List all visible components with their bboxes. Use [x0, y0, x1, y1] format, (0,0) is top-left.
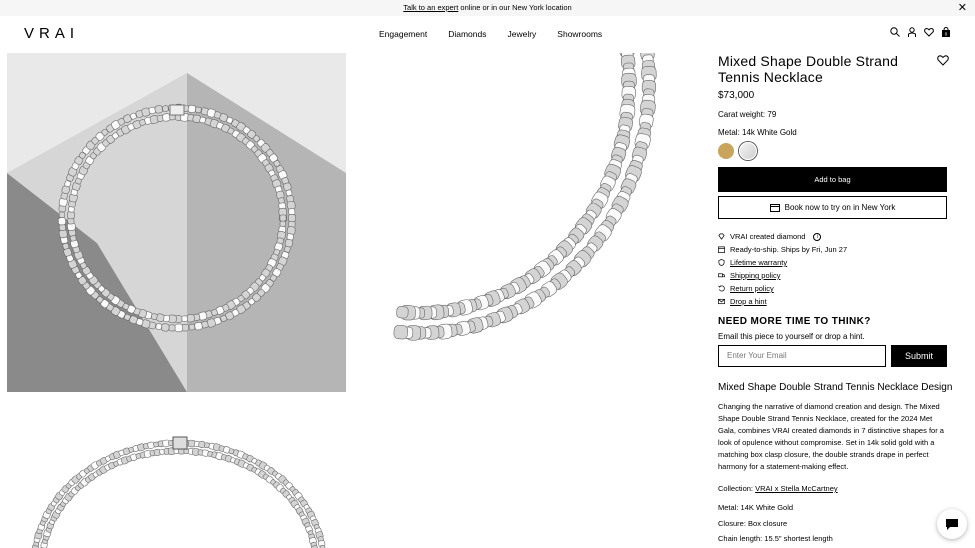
close-icon[interactable]: ✕ [958, 0, 967, 16]
wishlist-heart-icon[interactable] [937, 54, 949, 66]
chain-value: 15.5" shortest length [764, 534, 833, 543]
closure-label: Closure: [718, 519, 746, 528]
nav-jewelry[interactable]: Jewelry [507, 29, 536, 39]
feature-ship: Ready-to-ship. Ships by Fri, Jun 27 [718, 243, 947, 256]
carat-weight: Carat weight: 79 [718, 110, 776, 119]
product-title: Mixed Shape Double Strand Tennis Necklac… [718, 53, 899, 85]
header-icons: 0 [890, 27, 951, 37]
spec-collection: Collection: VRAI x Stella McCartney [718, 484, 838, 493]
collection-label: Collection: [718, 484, 754, 493]
closure-value: Box closure [748, 519, 788, 528]
heart-icon[interactable] [924, 27, 934, 37]
collection-link[interactable]: VRAI x Stella McCartney [755, 484, 838, 493]
metal-swatches [718, 142, 757, 160]
calendar-icon [718, 246, 725, 253]
mail-icon [718, 298, 725, 305]
logo[interactable]: VRAI [24, 25, 79, 42]
announcement-bar: Talk to an expert online or in our New Y… [0, 0, 975, 16]
feature-text: Ready-to-ship. Ships by Fri, Jun 27 [730, 245, 848, 254]
feature-list: VRAI created diamond i Ready-to-ship. Sh… [718, 230, 947, 308]
chain-label: Chain length: [718, 534, 763, 543]
metal-value: 14k White Gold [742, 128, 797, 137]
shield-icon [718, 259, 725, 266]
calendar-icon [769, 203, 780, 212]
feature-hint[interactable]: Drop a hint [718, 295, 947, 308]
nav-showrooms[interactable]: Showrooms [557, 29, 602, 39]
spec-metal-label: Metal: [718, 503, 739, 512]
price: $73,000 [718, 90, 755, 101]
book-try-on-button[interactable]: Book now to try on in New York [718, 196, 947, 219]
hint-title: NEED MORE TIME TO THINK? [718, 316, 871, 327]
spec-metal-value: 14K White Gold [740, 503, 794, 512]
design-title: Mixed Shape Double Strand Tennis Necklac… [718, 382, 953, 393]
carat-label: Carat weight: [718, 110, 766, 119]
feature-shipping[interactable]: Shipping policy [718, 269, 947, 282]
white-gold-swatch[interactable] [739, 142, 757, 160]
metal: Metal: 14k White Gold [718, 128, 797, 137]
feature-warranty[interactable]: Lifetime warranty [718, 256, 947, 269]
spec-closure: Closure: Box closure [718, 519, 787, 528]
submit-button[interactable]: Submit [891, 345, 947, 367]
announcement-text: online or in our New York location [458, 3, 572, 12]
feature-return[interactable]: Return policy [718, 282, 947, 295]
product-image-1[interactable] [7, 53, 346, 392]
chat-button[interactable] [937, 509, 967, 539]
product-image-2[interactable] [349, 53, 690, 392]
nav-diamonds[interactable]: Diamonds [448, 29, 486, 39]
return-icon [718, 285, 725, 292]
account-icon[interactable] [907, 27, 917, 37]
site-header: VRAI Engagement Diamonds Jewelry Showroo… [0, 16, 975, 53]
carat-value: 79 [767, 110, 777, 119]
feature-text: VRAI created diamond [730, 232, 806, 241]
nav-engagement[interactable]: Engagement [379, 29, 427, 39]
spec-metal: Metal: 14K White Gold [718, 503, 793, 512]
diamond-icon [718, 233, 725, 240]
product-panel: Mixed Shape Double Strand Tennis Necklac… [718, 53, 952, 543]
talk-to-expert-link[interactable]: Talk to an expert [403, 3, 458, 12]
main-nav: Engagement Diamonds Jewelry Showrooms [379, 29, 602, 39]
spec-chain: Chain length: 15.5" shortest length [718, 534, 833, 543]
info-icon[interactable]: i [813, 232, 822, 241]
return-policy-link[interactable]: Return policy [730, 284, 774, 293]
feature-diamond: VRAI created diamond i [718, 230, 947, 243]
yellow-gold-swatch[interactable] [718, 143, 734, 159]
metal-label: Metal: [718, 128, 740, 137]
bag-icon[interactable]: 0 [941, 27, 951, 37]
chat-icon [946, 518, 958, 530]
product-image-3[interactable] [7, 395, 346, 548]
truck-icon [718, 273, 725, 278]
warranty-link[interactable]: Lifetime warranty [730, 258, 787, 267]
book-label: Book now to try on in New York [784, 203, 896, 212]
design-description: Changing the narrative of diamond creati… [718, 402, 944, 471]
search-icon[interactable] [890, 27, 900, 37]
shipping-policy-link[interactable]: Shipping policy [730, 271, 780, 280]
drop-hint-link[interactable]: Drop a hint [730, 297, 767, 306]
hint-subtitle: Email this piece to yourself or drop a h… [718, 332, 865, 341]
email-field[interactable]: Enter Your Email [718, 345, 886, 367]
add-to-bag-button[interactable]: Add to bag [718, 167, 947, 192]
